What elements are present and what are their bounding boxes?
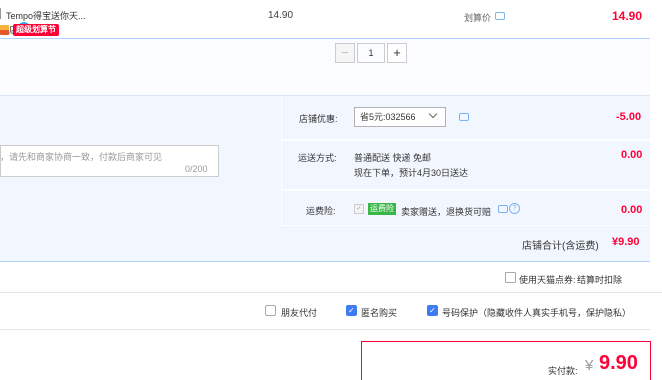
insurance-checkbox[interactable]: ✓ [354,204,364,214]
friend-pay-label: 朋友代付 [281,308,318,318]
coupon-label: 使用天猫点券: [519,275,576,285]
quantity-decrease-button[interactable]: − [335,43,355,63]
insurance-info-icon[interactable] [498,205,508,213]
promo-tag: 超级划算节 [13,24,59,36]
help-icon[interactable]: ? [509,203,520,214]
store-total-label: 店铺合计(含运费) [522,241,599,252]
shipping-method-value: 普通配送 快递 免邮 [354,153,432,163]
actual-payment-amount: 9.90 [599,352,638,374]
number-privacy-label: 号码保护（隐藏收件人真实手机号，保护隐私） [442,308,632,318]
actual-payment-label: 实付款: [548,366,578,376]
insurance-description: 卖家赠送，退换货可赔 [401,207,492,217]
shipping-row [281,140,650,190]
number-privacy-checkbox[interactable]: ✓ [427,305,438,316]
shipping-fee-amount: 0.00 [621,149,643,161]
tmall-service-icon [0,25,9,35]
discount-info-icon[interactable] [459,113,469,121]
item-subtotal: 14.90 [612,9,643,23]
message-char-count: 0/200 [185,164,208,174]
shipping-method-label: 运送方式: [298,153,337,163]
store-total-amount: ¥9.90 [612,236,640,248]
delivery-estimate: 现在下单，预计4月30日送达 [354,168,469,178]
currency-symbol: ¥ [585,357,594,374]
panel-divider [281,96,282,226]
item-image-edge [0,8,1,19]
item-unit-price: 14.90 [268,10,294,21]
buyer-message-placeholder: ，请先和商家协商一致，付款后商家可见 [0,152,163,162]
divider [0,329,650,330]
insurance-tag: 运费险 [368,203,396,215]
promo-info-icon[interactable] [495,12,505,20]
insurance-amount: 0.00 [621,204,643,216]
store-discount-label: 店铺优惠: [299,114,338,124]
item-title-link[interactable]: Tempo得宝送你天... [6,9,86,22]
anonymous-purchase-checkbox[interactable]: ✓ [346,305,357,316]
coupon-note: 结算时扣除 [577,275,623,285]
quantity-increase-button[interactable]: + [387,43,407,63]
shipping-insurance-label: 运费险: [306,206,336,216]
anonymous-purchase-label: 匿名购买 [361,308,398,318]
order-item-row [0,38,650,96]
promo-price-label: 划算价 [464,13,492,23]
store-header [0,0,662,38]
coupon-checkbox[interactable] [505,272,516,283]
quantity-input[interactable]: 1 [357,43,385,63]
friend-pay-checkbox[interactable] [265,305,276,316]
store-discount-amount: -5.00 [616,111,642,123]
